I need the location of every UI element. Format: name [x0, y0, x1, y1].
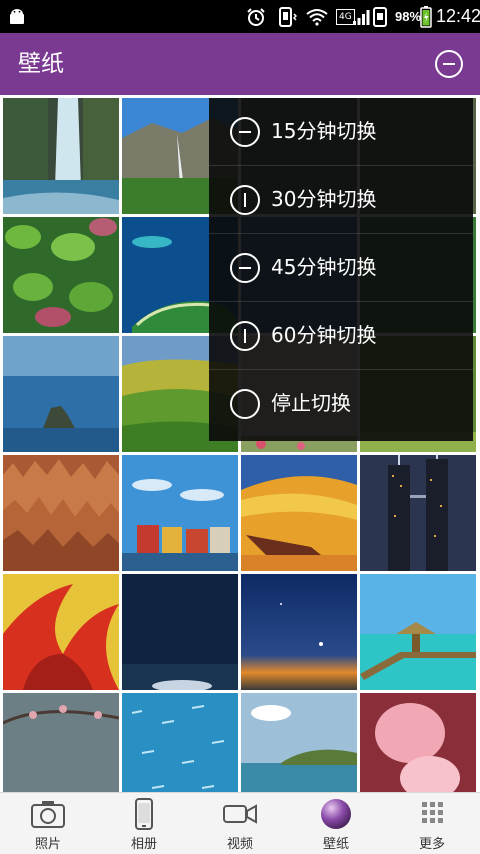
- bottom-navigation: 照片 相册 视频 壁纸 更多: [0, 792, 480, 854]
- menu-item-60min[interactable]: 60分钟切换: [209, 302, 473, 370]
- grid-dots-icon: [422, 802, 443, 823]
- wallpaper-sphere-icon: [321, 799, 351, 829]
- wallpaper-thumbnail[interactable]: [241, 693, 357, 792]
- nav-label: 更多: [418, 837, 445, 852]
- sim-phone-icon: [372, 0, 388, 33]
- wallpaper-thumbnail[interactable]: [360, 693, 476, 792]
- menu-item-label: 30分钟切换: [271, 187, 377, 211]
- nav-item-videos[interactable]: 视频: [192, 793, 288, 854]
- wallpaper-thumbnail[interactable]: [3, 574, 119, 690]
- minus-circle-icon: [230, 117, 260, 147]
- vertical-bar-circle-icon: [230, 321, 260, 351]
- menu-item-label: 停止切换: [271, 391, 351, 415]
- battery-percent: 98%: [395, 9, 422, 24]
- overflow-menu-button[interactable]: [434, 49, 464, 79]
- wallpaper-thumbnail[interactable]: [241, 455, 357, 571]
- menu-item-stop[interactable]: 停止切换: [209, 370, 473, 437]
- wallpaper-thumbnail[interactable]: [3, 336, 119, 452]
- wallpaper-thumbnail[interactable]: [3, 98, 119, 214]
- wallpaper-thumbnail[interactable]: [360, 455, 476, 571]
- signal-icon: [352, 0, 370, 33]
- wallpaper-thumbnail[interactable]: [3, 217, 119, 333]
- nav-label: 壁纸: [322, 837, 349, 852]
- clock: 12:42: [436, 6, 480, 26]
- nav-label: 照片: [34, 837, 61, 852]
- wallpaper-thumbnail[interactable]: [3, 455, 119, 571]
- wifi-icon: [306, 0, 328, 33]
- nav-item-photos[interactable]: 照片: [0, 793, 96, 854]
- minus-circle-icon: [230, 253, 260, 283]
- page-title: 壁纸: [18, 51, 64, 77]
- wallpaper-thumbnail[interactable]: [3, 693, 119, 792]
- phone-vibrate-icon: [277, 0, 297, 33]
- menu-item-45min[interactable]: 45分钟切换: [209, 234, 473, 302]
- menu-item-label: 45分钟切换: [271, 255, 377, 279]
- status-bar: 4G 98% 12:42: [0, 0, 480, 33]
- menu-item-label: 60分钟切换: [271, 323, 377, 347]
- wallpaper-thumbnail[interactable]: [122, 693, 238, 792]
- menu-item-15min[interactable]: 15分钟切换: [209, 98, 473, 166]
- action-bar: 壁纸: [0, 33, 480, 95]
- nav-item-more[interactable]: 更多: [384, 793, 480, 854]
- video-camera-icon: [223, 804, 257, 824]
- empty-circle-icon: [230, 389, 260, 419]
- menu-item-30min[interactable]: 30分钟切换: [209, 166, 473, 234]
- camera-icon: [31, 801, 65, 828]
- battery-icon: [420, 0, 432, 33]
- nav-item-albums[interactable]: 相册: [96, 793, 192, 854]
- nav-item-wallpaper[interactable]: 壁纸: [288, 793, 384, 854]
- switch-interval-menu: 15分钟切换 30分钟切换 45分钟切换 60分钟切换 停止切换: [209, 98, 473, 441]
- menu-item-label: 15分钟切换: [271, 119, 377, 143]
- alarm-icon: [246, 0, 266, 33]
- vertical-bar-circle-icon: [230, 185, 260, 215]
- nav-label: 相册: [130, 837, 157, 852]
- wallpaper-thumbnail[interactable]: [122, 455, 238, 571]
- wallpaper-thumbnail[interactable]: [241, 574, 357, 690]
- wallpaper-thumbnail[interactable]: [360, 574, 476, 690]
- minus-circle-icon: [435, 50, 463, 78]
- android-icon: [8, 0, 26, 33]
- wallpaper-thumbnail[interactable]: [122, 574, 238, 690]
- nav-label: 视频: [226, 837, 253, 852]
- phone-icon: [135, 798, 153, 830]
